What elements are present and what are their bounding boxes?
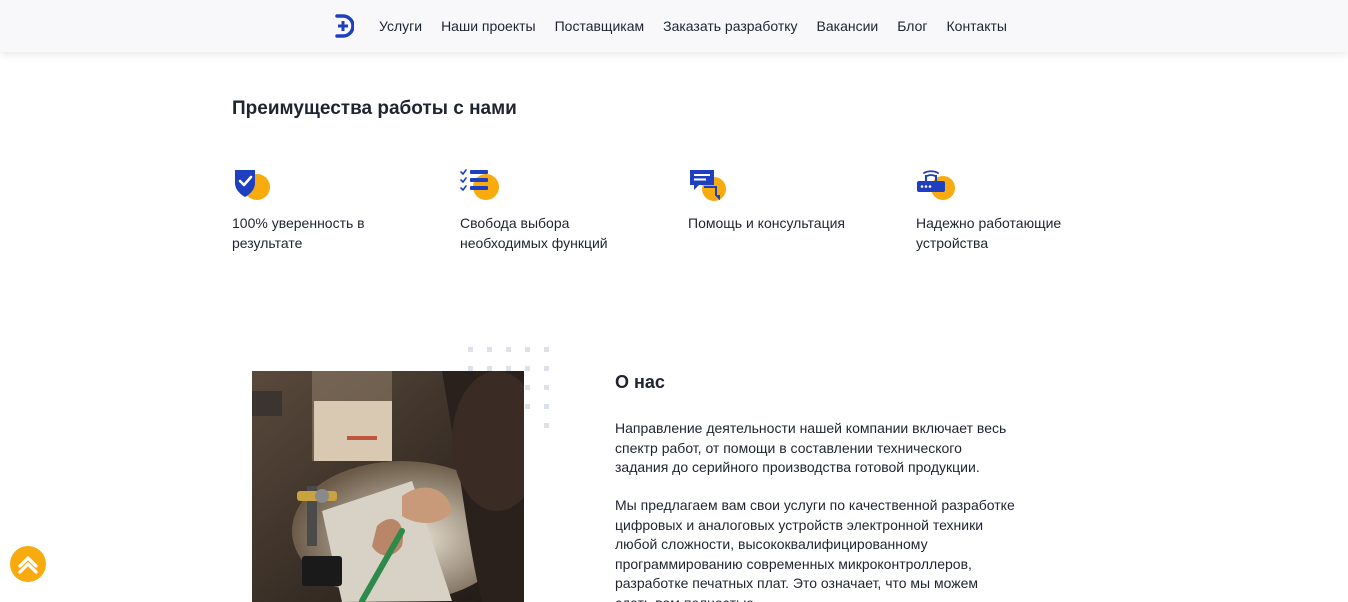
nav-item-order-development[interactable]: Заказать разработку (663, 18, 797, 34)
nav-item-contacts[interactable]: Контакты (947, 18, 1007, 34)
shield-check-icon (235, 170, 270, 200)
advantage-label: Помощь и консультация (688, 215, 845, 231)
nav-item-projects[interactable]: Наши проекты (441, 18, 536, 34)
chevron-up-icon (18, 556, 38, 574)
advantage-label: Свобода выбора необходимых функций (460, 215, 608, 251)
router-device-icon (917, 170, 955, 200)
checklist-icon (460, 169, 499, 200)
chat-bubbles-icon (690, 170, 726, 201)
about-paragraph-2: Мы предлагаем вам свои услуги по качеств… (615, 497, 1015, 602)
advantages-title: Преимущества работы с нами (232, 98, 517, 119)
nav-item-services[interactable]: Услуги (379, 18, 422, 34)
site-header: Услуги Наши проекты Поставщикам Заказать… (0, 0, 1348, 52)
nav-item-suppliers[interactable]: Поставщикам (555, 18, 645, 34)
advantages-list: 100% уверенность в результате Свобода вы… (232, 166, 1132, 266)
advantage-item-confidence: 100% уверенность в результате (232, 166, 432, 253)
advantage-item-consulting: Помощь и консультация (688, 166, 888, 234)
nav-item-vacancies[interactable]: Вакансии (817, 18, 879, 34)
main-nav: Услуги Наши проекты Поставщикам Заказать… (370, 18, 1017, 34)
advantage-label: 100% уверенность в результате (232, 215, 365, 251)
about-photo (252, 371, 524, 602)
logo-icon[interactable] (332, 13, 354, 39)
advantage-item-freedom: Свобода выбора необходимых функций (460, 166, 660, 253)
scroll-to-top-button[interactable] (10, 546, 46, 582)
about-title: О нас (615, 372, 665, 392)
advantage-item-reliable-devices: Надежно работающие устройства (916, 166, 1116, 253)
about-paragraph-1: Направление деятельности нашей компании … (615, 420, 1007, 475)
nav-item-blog[interactable]: Блог (897, 18, 927, 34)
advantage-label: Надежно работающие устройства (916, 215, 1062, 251)
